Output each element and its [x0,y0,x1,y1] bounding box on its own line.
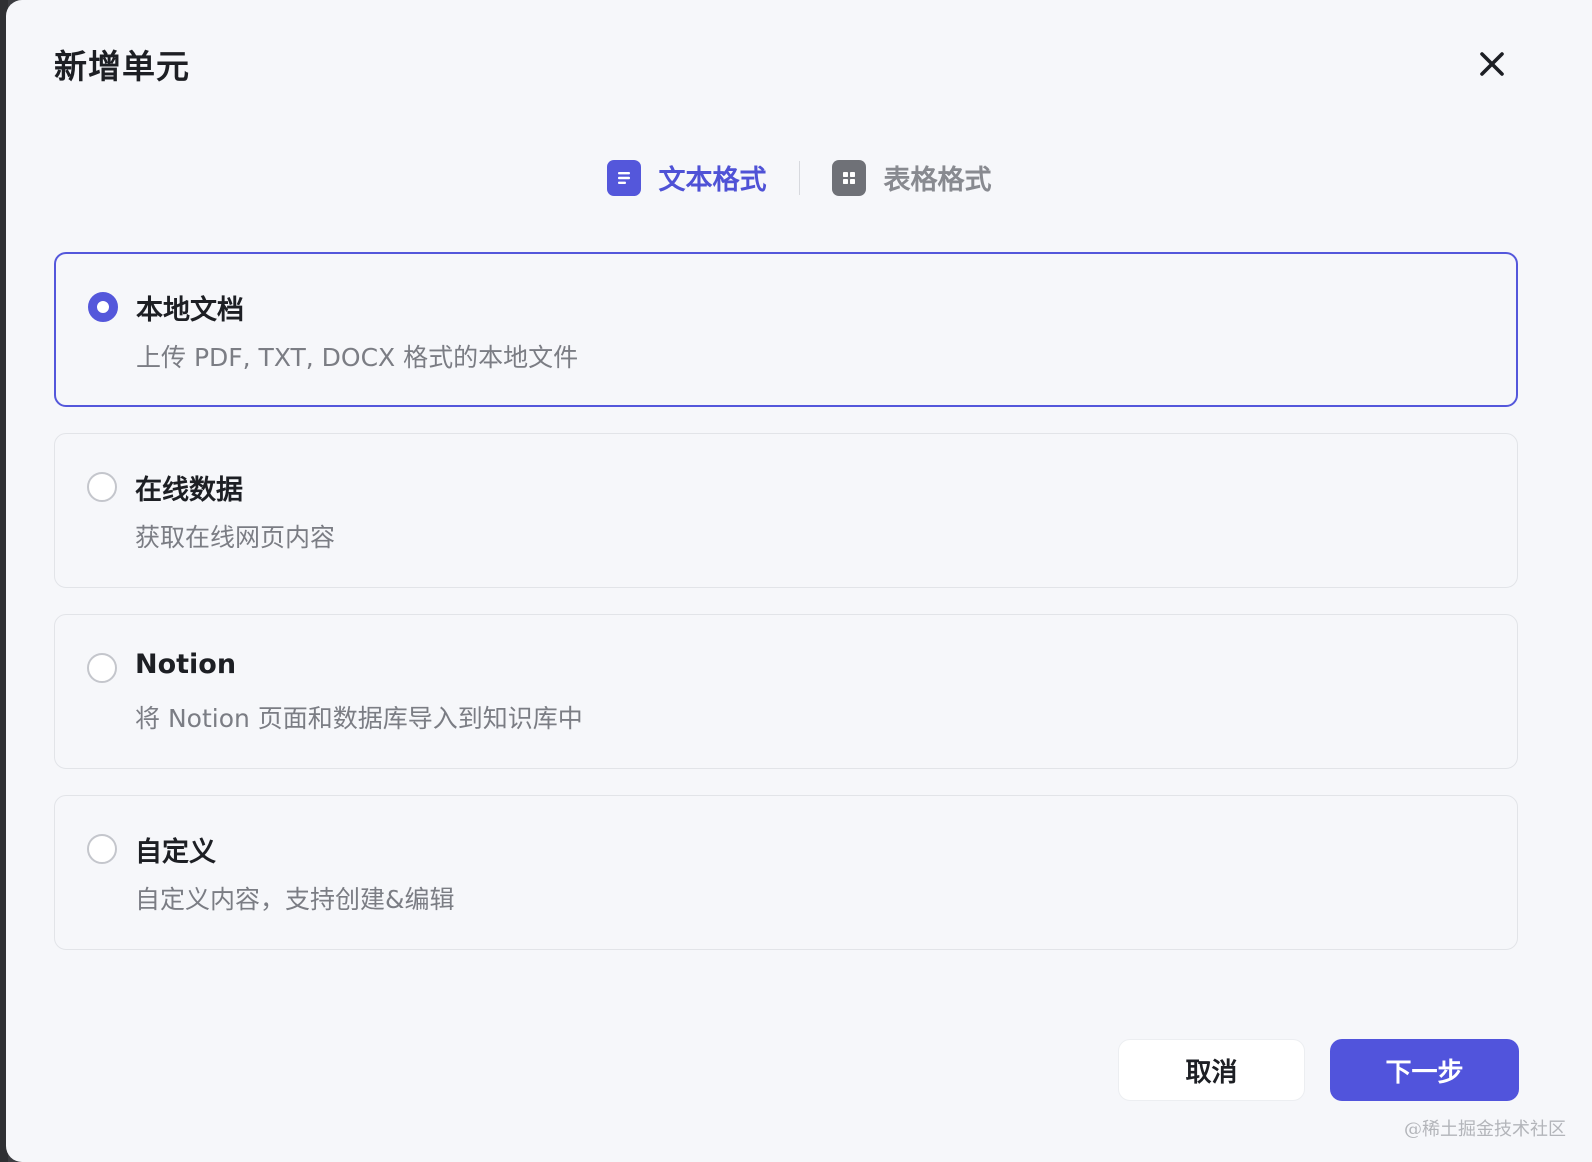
option-description: 上传 PDF, TXT, DOCX 格式的本地文件 [136,343,579,372]
table-icon [831,159,866,196]
option-description: 自定义内容，支持创建&编辑 [135,885,455,914]
tab-divider [798,160,800,195]
close-icon [1480,52,1504,76]
radio-button[interactable] [87,472,117,502]
option-local-document[interactable]: 本地文档 上传 PDF, TXT, DOCX 格式的本地文件 [54,252,1518,407]
radio-button[interactable] [88,292,118,322]
radio-button[interactable] [87,834,117,864]
option-online-data[interactable]: 在线数据 获取在线网页内容 [54,433,1518,588]
tab-text-format[interactable]: 文本格式 [606,154,767,201]
close-button[interactable] [1472,44,1512,84]
radio-button[interactable] [87,653,117,683]
dialog-title: 新增单元 [54,47,190,86]
format-tabs: 文本格式 表格格式 [6,154,1592,201]
tab-label: 文本格式 [658,165,767,196]
cancel-button[interactable]: 取消 [1118,1039,1305,1101]
option-title: 本地文档 [136,295,244,326]
watermark: @稀土掘金技术社区 [1404,1119,1566,1140]
add-unit-dialog: 新增单元 文本格式 表格格式 本地文档 上传 PDF, TXT, DOCX 格式… [6,0,1592,1162]
document-icon [606,159,641,196]
option-description: 将 Notion 页面和数据库导入到知识库中 [135,704,583,733]
option-title: 在线数据 [135,475,243,506]
tab-label: 表格格式 [883,165,992,196]
option-title: Notion [135,649,237,680]
option-title: 自定义 [135,837,216,868]
next-step-button[interactable]: 下一步 [1330,1039,1519,1101]
option-notion[interactable]: Notion 将 Notion 页面和数据库导入到知识库中 [54,614,1518,769]
tab-table-format[interactable]: 表格格式 [831,154,992,201]
option-custom[interactable]: 自定义 自定义内容，支持创建&编辑 [54,795,1518,950]
option-description: 获取在线网页内容 [135,523,336,552]
